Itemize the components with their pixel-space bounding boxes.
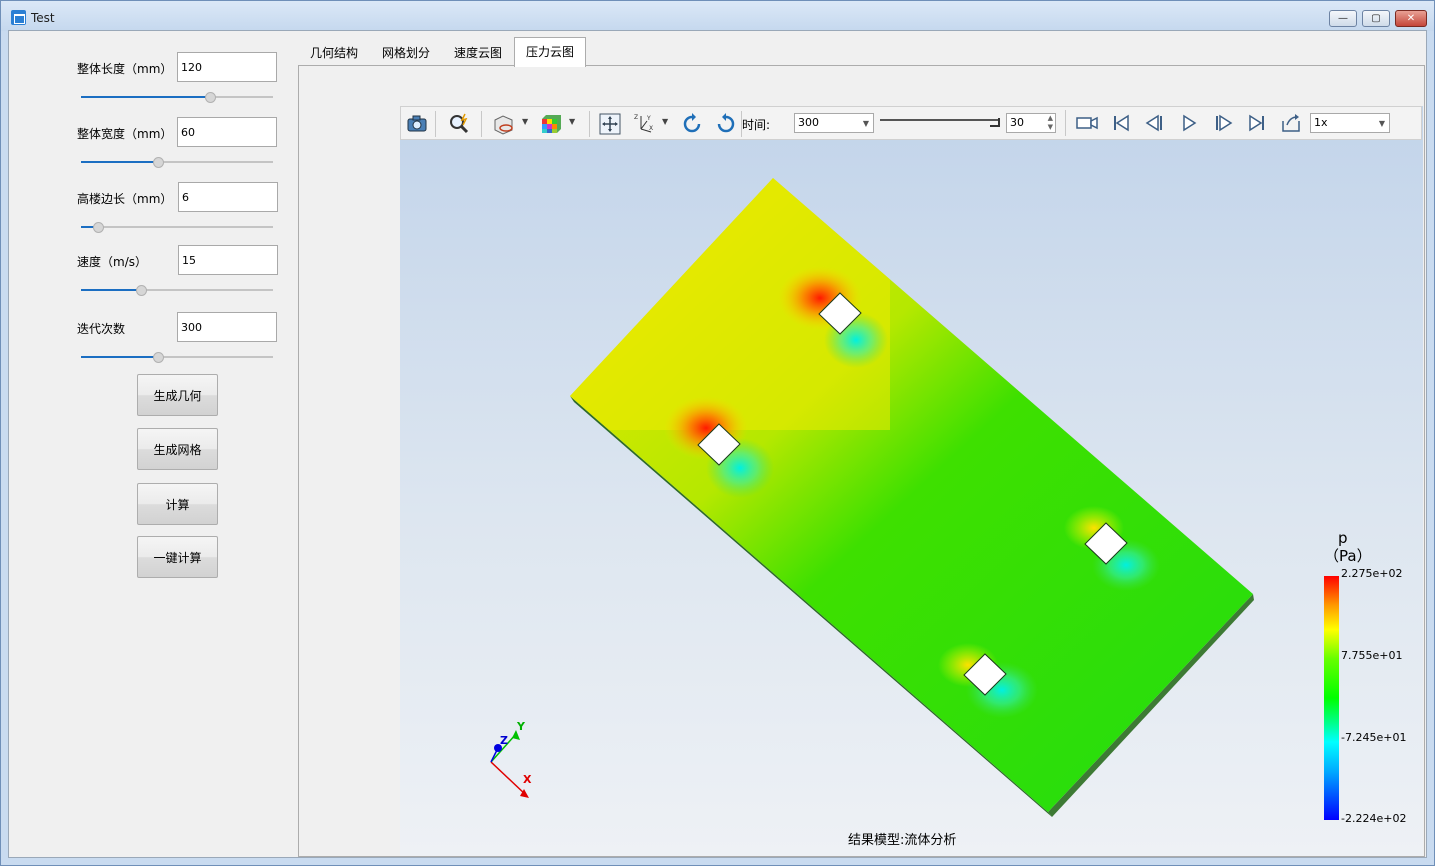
time-combo[interactable]: 300 ▼ <box>794 113 874 133</box>
velocity-slider[interactable] <box>81 284 273 296</box>
chevron-down-icon: ▼ <box>1378 119 1385 128</box>
result-model-caption: 结果模型:流体分析 <box>848 833 957 848</box>
time-label: 时间: <box>742 118 771 132</box>
video-record-icon[interactable] <box>1074 110 1100 136</box>
slider-handle[interactable] <box>93 222 105 233</box>
window-title: Test <box>31 11 55 25</box>
width-input[interactable] <box>177 117 277 147</box>
first-frame-icon[interactable] <box>1108 110 1134 136</box>
pressure-colorbar <box>1324 576 1339 820</box>
toolbar-separator <box>435 111 436 137</box>
iterations-slider[interactable] <box>81 351 273 363</box>
minimize-button[interactable]: — <box>1329 10 1357 27</box>
next-frame-icon[interactable] <box>1210 110 1236 136</box>
slider-fill <box>81 161 158 163</box>
legend-tick-2: 7.755e+01 <box>1341 649 1403 662</box>
legend-tick-min: -2.224e+02 <box>1341 812 1407 825</box>
legend-tick-max: 2.275e+02 <box>1341 567 1403 580</box>
svg-text:Z: Z <box>634 114 638 121</box>
slider-handle[interactable] <box>152 352 164 363</box>
width-slider[interactable] <box>81 156 273 168</box>
frame-spinbox[interactable]: 30 ▲ ▼ <box>1006 113 1056 133</box>
color-map-icon[interactable] <box>538 111 564 137</box>
param-label-width: 整体宽度（mm） <box>77 127 173 141</box>
slider-fill <box>81 96 210 98</box>
fit-view-icon[interactable] <box>597 111 623 137</box>
rotate-right-icon[interactable] <box>713 111 739 137</box>
chevron-down-icon[interactable]: ▼ <box>569 117 575 126</box>
magnifier-icon[interactable] <box>446 111 472 137</box>
tab-velocity-contour[interactable]: 速度云图 <box>442 39 514 67</box>
time-combo-value: 300 <box>798 116 819 129</box>
generate-geometry-button[interactable]: 生成几何 <box>137 374 218 416</box>
toolbar-separator <box>481 111 482 137</box>
y-axis-label: Y <box>517 720 525 733</box>
z-axis-label: Z <box>500 734 508 747</box>
title-bar[interactable]: Test — ▢ ✕ <box>1 1 1434 31</box>
app-icon <box>11 10 26 25</box>
time-slider[interactable] <box>880 118 1000 128</box>
maximize-button[interactable]: ▢ <box>1362 10 1390 27</box>
time-slider-groove <box>880 119 998 121</box>
camera-icon[interactable] <box>404 111 430 137</box>
playback-speed-value: 1x <box>1314 116 1328 129</box>
svg-text:Y: Y <box>646 115 651 122</box>
tab-geometry[interactable]: 几何结构 <box>298 39 370 67</box>
tab-meshing[interactable]: 网格划分 <box>370 39 442 67</box>
slider-groove <box>81 226 273 228</box>
svg-text:X: X <box>649 125 653 132</box>
velocity-input[interactable] <box>178 245 278 275</box>
building-side-input[interactable] <box>178 182 278 212</box>
param-label-iterations: 迭代次数 <box>77 322 126 336</box>
export-icon[interactable] <box>1278 110 1304 136</box>
compute-button[interactable]: 计算 <box>137 483 218 525</box>
slider-fill <box>81 356 158 358</box>
param-label-building-side: 高楼边长（mm） <box>77 192 173 206</box>
one-click-compute-button[interactable]: 一键计算 <box>137 536 218 578</box>
generate-mesh-button[interactable]: 生成网格 <box>137 428 218 470</box>
param-label-velocity: 速度（m/s） <box>77 255 147 269</box>
building-side-slider[interactable] <box>81 221 273 233</box>
previous-frame-icon[interactable] <box>1142 110 1168 136</box>
iterations-input[interactable] <box>177 312 277 342</box>
chevron-down-icon: ▼ <box>862 119 869 128</box>
close-button[interactable]: ✕ <box>1395 10 1427 27</box>
slider-handle[interactable] <box>204 92 216 103</box>
surface-display-icon[interactable] <box>491 111 517 137</box>
tab-pressure-contour[interactable]: 压力云图 <box>514 37 587 67</box>
slider-handle[interactable] <box>152 157 164 168</box>
length-slider[interactable] <box>81 91 273 103</box>
length-input[interactable] <box>177 52 277 82</box>
slider-fill <box>81 289 141 291</box>
toolbar-separator <box>1065 110 1066 136</box>
tab-bar: 几何结构 网格划分 速度云图 压力云图 <box>298 37 587 67</box>
time-slider-handle[interactable] <box>990 118 1000 127</box>
legend-unit: （Pa） <box>1324 547 1372 565</box>
rotate-left-icon[interactable] <box>679 111 705 137</box>
last-frame-icon[interactable] <box>1244 110 1270 136</box>
3d-viewport[interactable] <box>400 106 1423 856</box>
axes-orientation-icon[interactable]: YX Z <box>633 111 659 137</box>
frame-spinbox-value: 30 <box>1010 116 1024 129</box>
x-axis-label: X <box>523 773 532 786</box>
playback-speed-combo[interactable]: 1x ▼ <box>1310 113 1390 133</box>
chevron-down-icon[interactable]: ▼ <box>662 117 668 126</box>
legend-tick-3: -7.245e+01 <box>1341 731 1407 744</box>
chevron-down-icon[interactable]: ▼ <box>522 117 528 126</box>
toolbar-separator <box>589 111 590 137</box>
slider-handle[interactable] <box>135 285 147 296</box>
param-label-length: 整体长度（mm） <box>77 62 173 76</box>
play-icon[interactable] <box>1176 110 1202 136</box>
spin-arrows-icon[interactable]: ▲ ▼ <box>1048 114 1053 132</box>
